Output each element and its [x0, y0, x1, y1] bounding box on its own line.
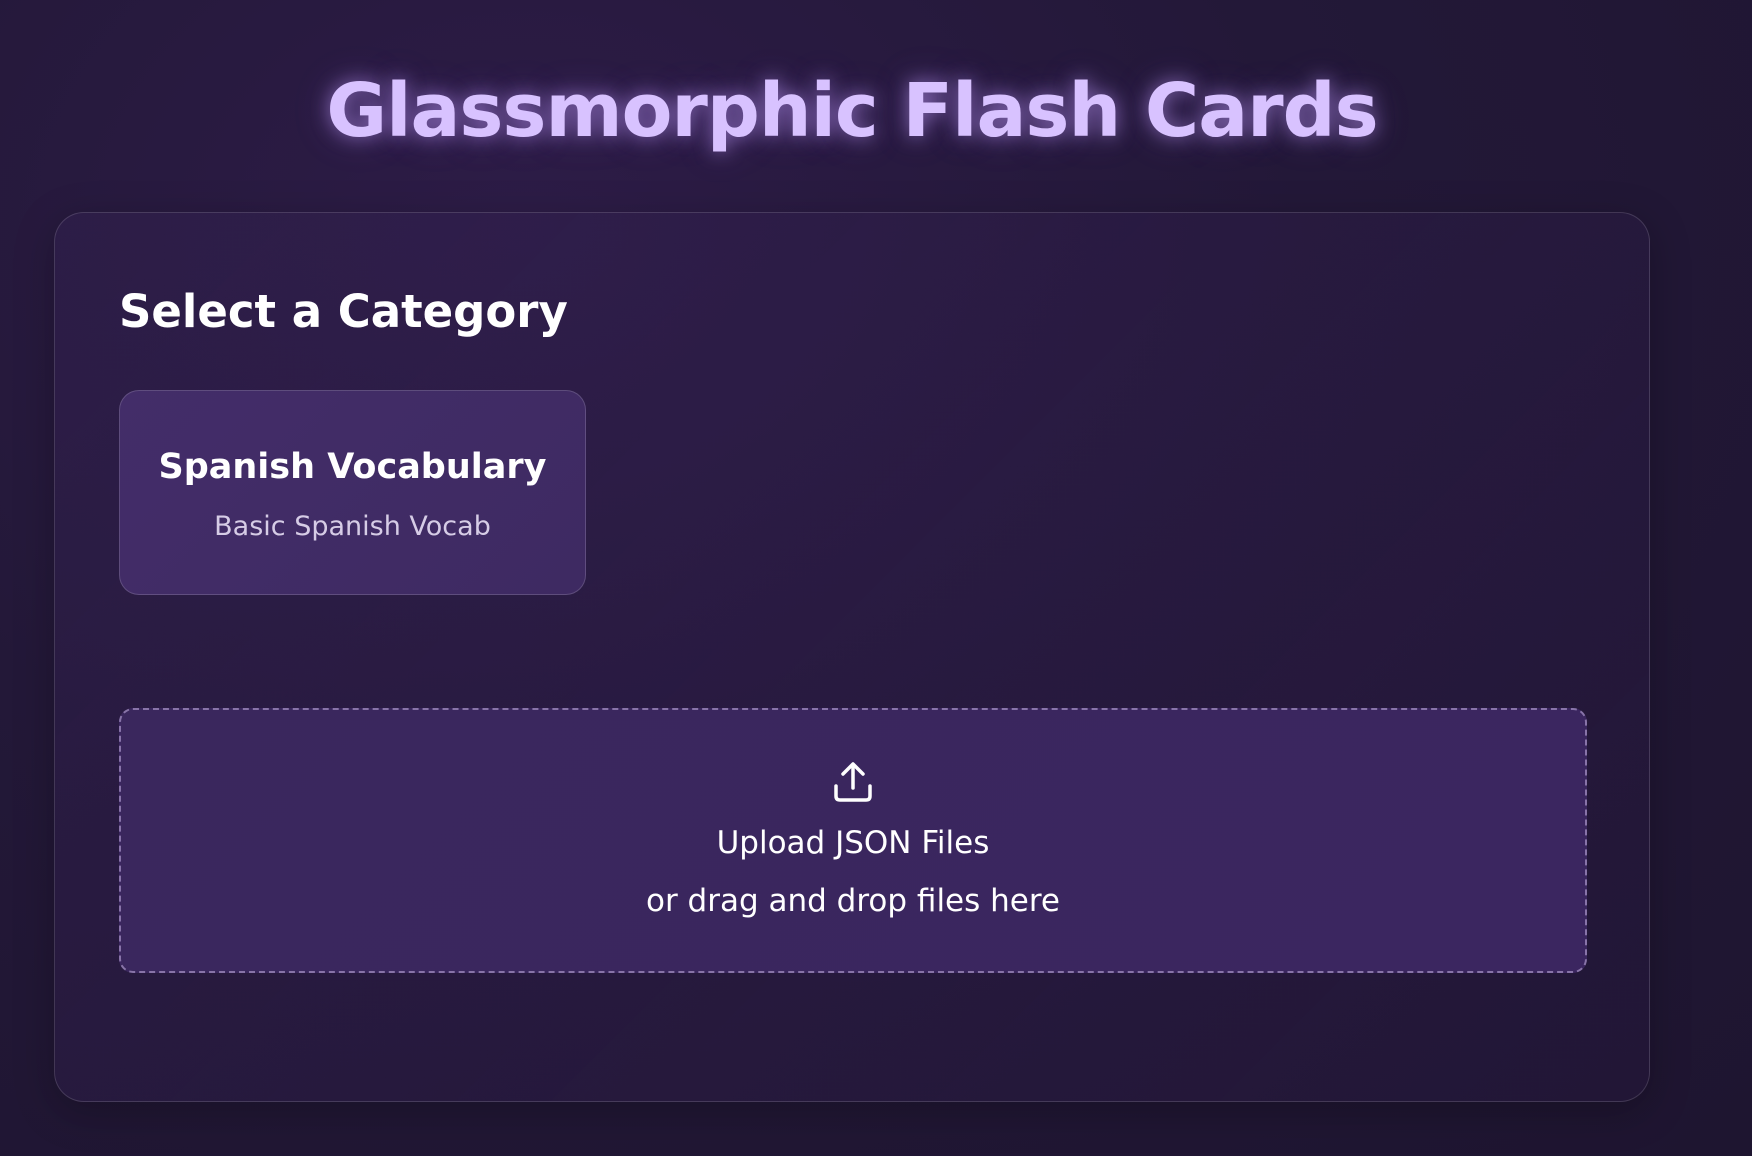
category-heading: Select a Category	[119, 285, 568, 338]
main-panel: Select a Category Spanish Vocabulary Bas…	[54, 212, 1650, 1102]
upload-label: Upload JSON Files	[716, 825, 990, 861]
category-card-description: Basic Spanish Vocab	[214, 511, 491, 542]
upload-icon	[831, 760, 875, 804]
upload-dropzone[interactable]: Upload JSON Files or drag and drop files…	[119, 708, 1587, 973]
category-card-spanish-vocabulary[interactable]: Spanish Vocabulary Basic Spanish Vocab	[119, 390, 586, 595]
upload-hint: or drag and drop files here	[645, 883, 1060, 919]
category-card-title: Spanish Vocabulary	[158, 447, 547, 487]
app-title: Glassmorphic Flash Cards	[326, 68, 1378, 154]
